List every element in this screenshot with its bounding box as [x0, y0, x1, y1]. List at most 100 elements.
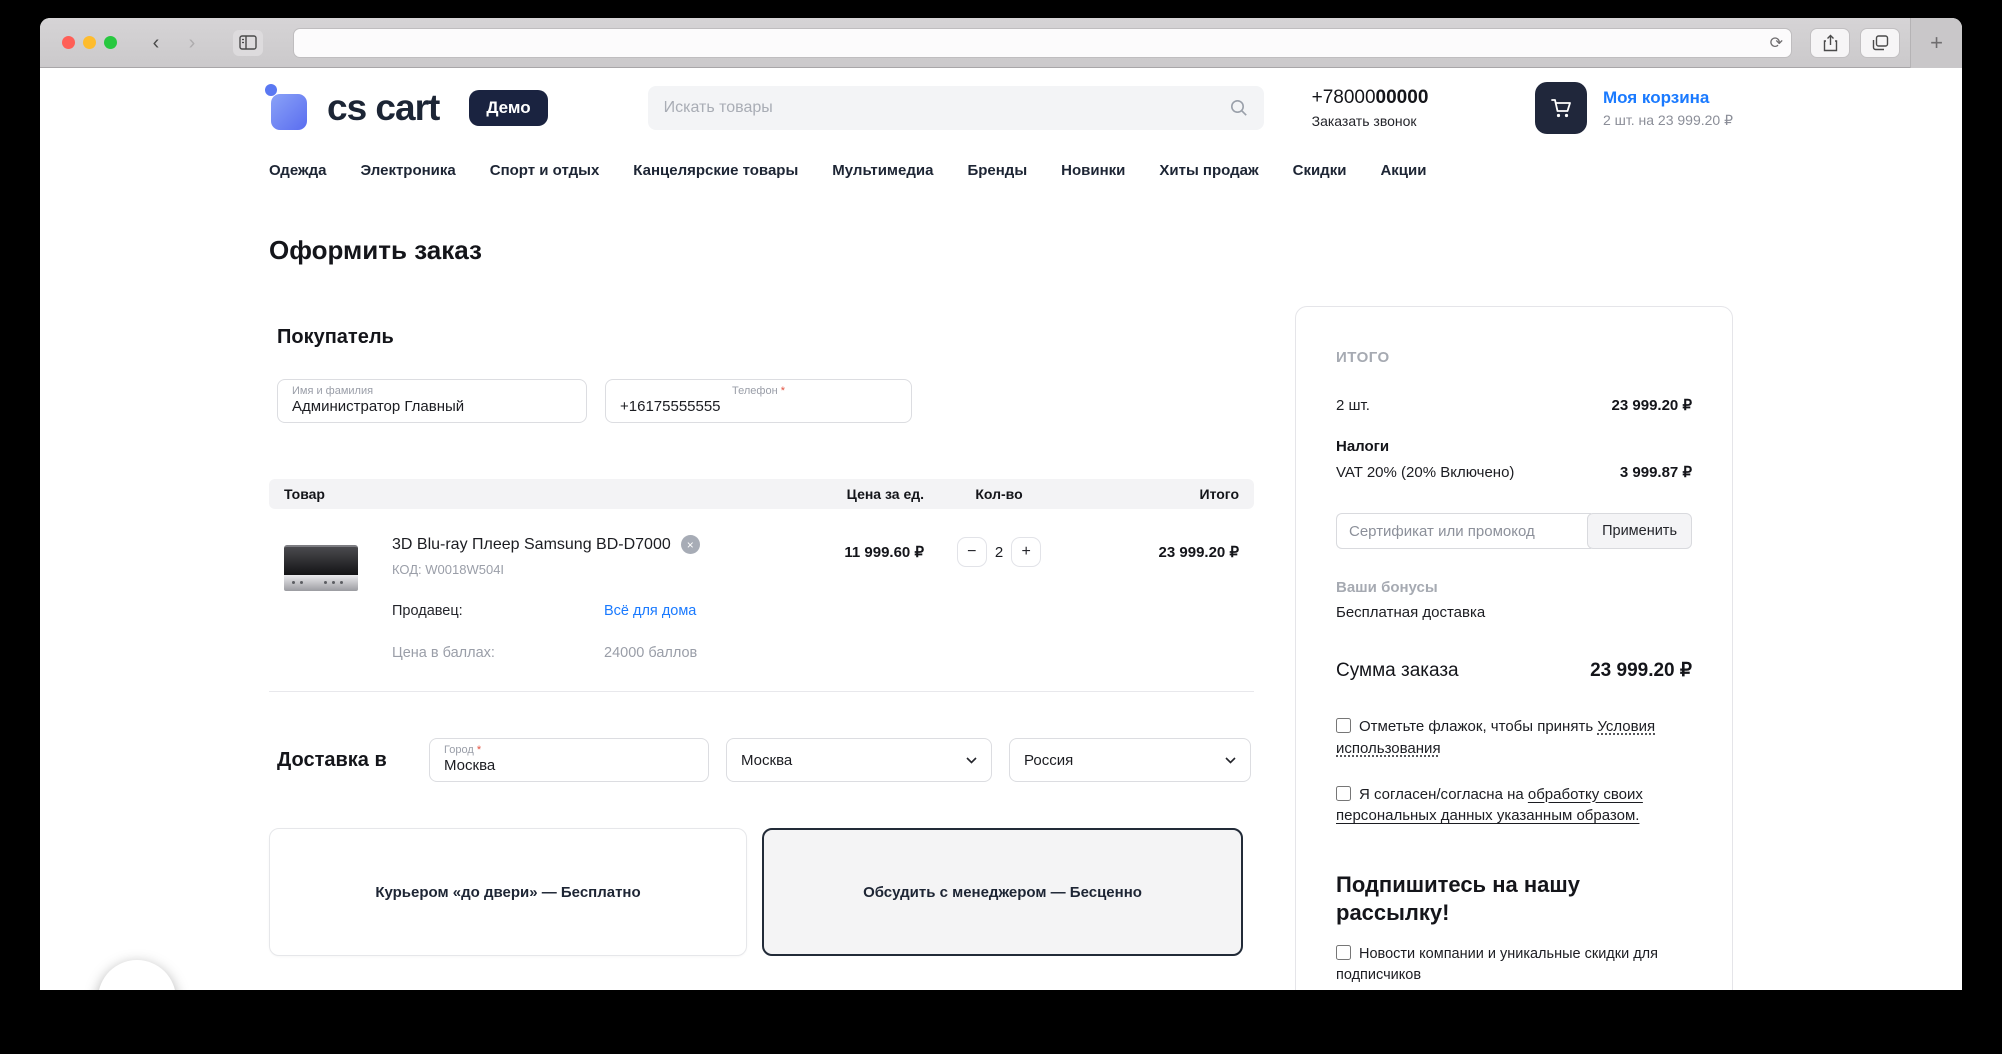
unit-price: 11 999.60 ₽	[774, 535, 924, 661]
newsletter-title: Подпишитесь на нашу рассылку!	[1336, 871, 1596, 926]
col-unit-price: Цена за ед.	[774, 486, 924, 502]
items-count: 2 шт.	[1336, 397, 1370, 414]
share-button[interactable]	[1810, 28, 1850, 58]
customer-phone-input[interactable]	[620, 398, 897, 415]
points-label: Цена в баллах:	[392, 645, 604, 661]
nav-item-electronics[interactable]: Электроника	[360, 162, 455, 179]
bonus-value: Бесплатная доставка	[1336, 604, 1692, 621]
customer-section-title: Покупатель	[277, 326, 1254, 349]
city-input[interactable]	[444, 757, 694, 774]
customer-name-field[interactable]: Имя и фамилия	[277, 379, 587, 423]
remove-item-icon[interactable]: ×	[681, 535, 700, 554]
col-product: Товар	[284, 486, 774, 502]
col-quantity: Кол-во	[924, 486, 1074, 502]
chevron-down-icon	[1225, 757, 1236, 764]
close-window-button[interactable]	[62, 36, 75, 49]
shipping-option-manager[interactable]: Обсудить с менеджером — Бесценно	[762, 828, 1243, 956]
phone-field-label: Телефон *	[732, 385, 785, 397]
apply-promo-button[interactable]: Применить	[1587, 513, 1692, 549]
terms-checkbox[interactable]	[1336, 718, 1351, 733]
tabs-icon	[1872, 35, 1889, 51]
consent-checkbox-row: Я согласен/согласна на обработку своих п…	[1336, 784, 1692, 828]
nav-item-new[interactable]: Новинки	[1061, 162, 1125, 179]
nav-item-office[interactable]: Канцелярские товары	[633, 162, 798, 179]
points-value: 24000 баллов	[604, 645, 697, 661]
zoom-window-button[interactable]	[104, 36, 117, 49]
store-phone[interactable]: +7800000000	[1312, 87, 1429, 109]
store-logo[interactable]: cs cart Демо	[269, 87, 548, 129]
newsletter-checkbox[interactable]	[1336, 945, 1351, 960]
minicart[interactable]: Моя корзина 2 шт. на 23 999.20 ₽	[1535, 82, 1733, 134]
order-total-label: Сумма заказа	[1336, 660, 1459, 682]
country-select-value: Россия	[1024, 752, 1073, 769]
cart-icon	[1548, 95, 1574, 121]
table-row: 3D Blu-ray Плеер Samsung BD-D7000 × КОД:…	[269, 509, 1254, 692]
quantity-value[interactable]: 2	[995, 537, 1003, 561]
logo-text: cs cart	[327, 87, 439, 129]
col-total: Итого	[1074, 486, 1239, 502]
vendor-link[interactable]: Всё для дома	[604, 603, 696, 619]
quantity-increase-button[interactable]: +	[1011, 537, 1041, 567]
back-button[interactable]: ‹	[141, 30, 171, 56]
order-summary-card: ИТОГО 2 шт. 23 999.20 ₽ Налоги VAT 20% (…	[1295, 306, 1733, 990]
name-field-label: Имя и фамилия	[292, 385, 373, 397]
window-controls	[62, 36, 117, 49]
bonus-heading: Ваши бонусы	[1336, 579, 1692, 596]
forward-button[interactable]: ›	[177, 30, 207, 56]
state-select[interactable]: Москва	[726, 738, 992, 782]
search-bar[interactable]	[648, 86, 1264, 130]
my-cart-link[interactable]: Моя корзина	[1603, 88, 1733, 108]
newsletter-checkbox-row: Новости компании и уникальные скидки для…	[1336, 944, 1692, 986]
vat-label: VAT 20% (20% Включено)	[1336, 464, 1514, 481]
customer-name-input[interactable]	[292, 398, 572, 415]
cart-summary: 2 шт. на 23 999.20 ₽	[1603, 112, 1733, 129]
quantity-decrease-button[interactable]: −	[957, 537, 987, 567]
nav-item-promos[interactable]: Акции	[1380, 162, 1426, 179]
required-asterisk: *	[781, 385, 785, 397]
product-code: КОД: W0018W504I	[392, 562, 774, 577]
quantity-stepper: − 2 +	[924, 535, 1074, 661]
search-icon[interactable]	[1230, 99, 1248, 117]
items-subtotal: 23 999.20 ₽	[1612, 396, 1692, 414]
search-input[interactable]	[664, 99, 1230, 117]
cart-button[interactable]	[1535, 82, 1587, 134]
nav-item-sport[interactable]: Спорт и отдых	[490, 162, 600, 179]
share-icon	[1823, 34, 1838, 52]
customer-phone-field[interactable]: Телефон *	[605, 379, 912, 423]
city-field[interactable]: Город *	[429, 738, 709, 782]
taxes-heading: Налоги	[1336, 438, 1692, 455]
browser-window: ‹ › ⟳ +	[40, 18, 1962, 990]
promo-code-input[interactable]	[1336, 513, 1591, 549]
new-tab-button[interactable]: +	[1910, 18, 1962, 68]
table-header: Товар Цена за ед. Кол-во Итого	[269, 479, 1254, 509]
product-image[interactable]	[284, 545, 358, 597]
cs-cart-logo-icon	[269, 88, 309, 128]
floating-demo-widget[interactable]: cs cart Демо	[98, 960, 176, 990]
reload-icon[interactable]: ⟳	[1770, 33, 1783, 53]
nav-item-multimedia[interactable]: Мультимедиа	[832, 162, 933, 179]
row-total: 23 999.20 ₽	[1074, 535, 1239, 661]
address-bar[interactable]: ⟳	[293, 28, 1792, 58]
city-field-label: Город *	[444, 744, 481, 756]
shipping-destination: Доставка в Город * Москва Росси	[269, 738, 1254, 782]
shipping-option-courier[interactable]: Курьером «до двери» — Бесплатно	[269, 828, 747, 956]
minimize-window-button[interactable]	[83, 36, 96, 49]
nav-item-discounts[interactable]: Скидки	[1293, 162, 1347, 179]
tab-overview-button[interactable]	[1860, 28, 1900, 58]
product-name-link[interactable]: 3D Blu-ray Плеер Samsung BD-D7000	[392, 536, 671, 554]
required-asterisk: *	[477, 744, 481, 756]
vat-value: 3 999.87 ₽	[1620, 463, 1692, 481]
shipping-methods: Курьером «до двери» — Бесплатно Обсудить…	[269, 828, 1254, 956]
sidebar-toggle-button[interactable]	[233, 30, 263, 56]
order-total-value: 23 999.20 ₽	[1590, 659, 1692, 682]
main-navigation: Одежда Электроника Спорт и отдых Канцеля…	[269, 162, 1733, 179]
order-call-link[interactable]: Заказать звонок	[1312, 113, 1429, 129]
nav-item-bestsellers[interactable]: Хиты продаж	[1159, 162, 1258, 179]
sidebar-icon	[239, 35, 257, 50]
shipping-section-title: Доставка в	[277, 749, 412, 772]
promo-code-group: Применить	[1336, 513, 1692, 549]
consent-checkbox[interactable]	[1336, 786, 1351, 801]
nav-item-clothes[interactable]: Одежда	[269, 162, 326, 179]
country-select[interactable]: Россия	[1009, 738, 1251, 782]
nav-item-brands[interactable]: Бренды	[967, 162, 1027, 179]
